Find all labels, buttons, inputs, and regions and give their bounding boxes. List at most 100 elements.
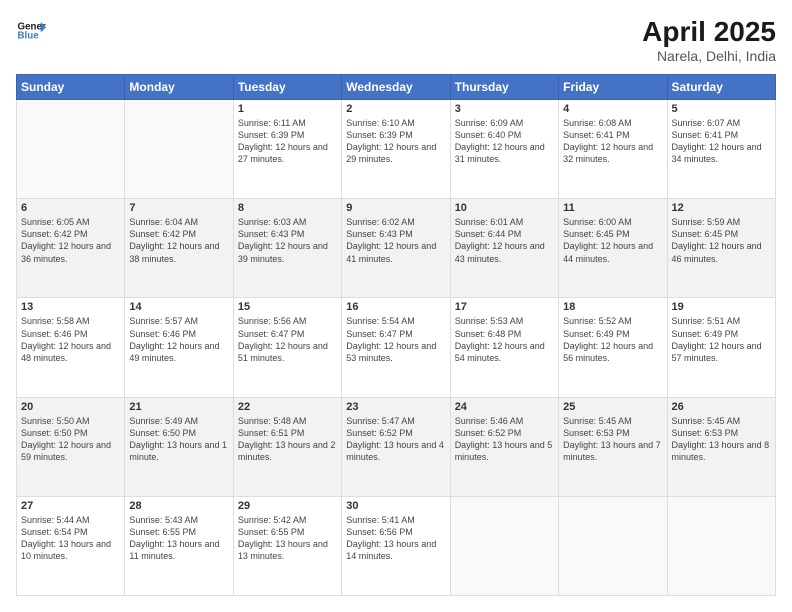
table-row: 26 Sunrise: 5:45 AMSunset: 6:53 PMDayligh… bbox=[667, 397, 775, 496]
logo: General Blue bbox=[16, 16, 46, 46]
table-row: 24 Sunrise: 5:46 AMSunset: 6:52 PMDayligh… bbox=[450, 397, 558, 496]
day-info: Sunrise: 6:08 AMSunset: 6:41 PMDaylight:… bbox=[563, 117, 662, 166]
main-title: April 2025 bbox=[642, 16, 776, 48]
col-monday: Monday bbox=[125, 75, 233, 100]
week-row-5: 27 Sunrise: 5:44 AMSunset: 6:54 PMDayligh… bbox=[17, 496, 776, 595]
day-number: 16 bbox=[346, 301, 445, 313]
col-thursday: Thursday bbox=[450, 75, 558, 100]
day-info: Sunrise: 5:50 AMSunset: 6:50 PMDaylight:… bbox=[21, 415, 120, 464]
week-row-4: 20 Sunrise: 5:50 AMSunset: 6:50 PMDayligh… bbox=[17, 397, 776, 496]
day-info: Sunrise: 5:48 AMSunset: 6:51 PMDaylight:… bbox=[238, 415, 337, 464]
table-row: 20 Sunrise: 5:50 AMSunset: 6:50 PMDayligh… bbox=[17, 397, 125, 496]
table-row: 1Sunrise: 6:11 AMSunset: 6:39 PMDaylight… bbox=[233, 100, 341, 199]
day-number: 3 bbox=[455, 103, 554, 115]
day-number: 6 bbox=[21, 202, 120, 214]
table-row bbox=[17, 100, 125, 199]
day-number: 11 bbox=[563, 202, 662, 214]
col-saturday: Saturday bbox=[667, 75, 775, 100]
calendar-header-row: Sunday Monday Tuesday Wednesday Thursday… bbox=[17, 75, 776, 100]
svg-text:Blue: Blue bbox=[18, 31, 40, 42]
calendar-table: Sunday Monday Tuesday Wednesday Thursday… bbox=[16, 74, 776, 596]
day-number: 2 bbox=[346, 103, 445, 115]
table-row: 4 Sunrise: 6:08 AMSunset: 6:41 PMDaylight… bbox=[559, 100, 667, 199]
day-info: Sunrise: 6:04 AMSunset: 6:42 PMDaylight:… bbox=[129, 216, 228, 265]
day-number: 13 bbox=[21, 301, 120, 313]
table-row: 21 Sunrise: 5:49 AMSunset: 6:50 PMDayligh… bbox=[125, 397, 233, 496]
table-row: 16 Sunrise: 5:54 AMSunset: 6:47 PMDayligh… bbox=[342, 298, 450, 397]
day-info: Sunrise: 6:03 AMSunset: 6:43 PMDaylight:… bbox=[238, 216, 337, 265]
table-row: 19Sunrise: 5:51 AMSunset: 6:49 PMDayligh… bbox=[667, 298, 775, 397]
table-row: 27 Sunrise: 5:44 AMSunset: 6:54 PMDayligh… bbox=[17, 496, 125, 595]
table-row: 7 Sunrise: 6:04 AMSunset: 6:42 PMDaylight… bbox=[125, 199, 233, 298]
day-number: 5 bbox=[672, 103, 771, 115]
table-row: 14 Sunrise: 5:57 AMSunset: 6:46 PMDayligh… bbox=[125, 298, 233, 397]
day-number: 29 bbox=[238, 500, 337, 512]
logo-icon: General Blue bbox=[16, 16, 46, 46]
table-row bbox=[450, 496, 558, 595]
day-number: 15 bbox=[238, 301, 337, 313]
day-number: 14 bbox=[129, 301, 228, 313]
day-info: Sunrise: 5:57 AMSunset: 6:46 PMDaylight:… bbox=[129, 315, 228, 364]
table-row bbox=[667, 496, 775, 595]
day-info: Sunrise: 6:00 AMSunset: 6:45 PMDaylight:… bbox=[563, 216, 662, 265]
table-row: 11 Sunrise: 6:00 AMSunset: 6:45 PMDayligh… bbox=[559, 199, 667, 298]
col-sunday: Sunday bbox=[17, 75, 125, 100]
table-row: 6 Sunrise: 6:05 AMSunset: 6:42 PMDaylight… bbox=[17, 199, 125, 298]
day-number: 18 bbox=[563, 301, 662, 313]
table-row: 15 Sunrise: 5:56 AMSunset: 6:47 PMDayligh… bbox=[233, 298, 341, 397]
table-row: 30 Sunrise: 5:41 AMSunset: 6:56 PMDayligh… bbox=[342, 496, 450, 595]
day-info: Sunrise: 6:10 AMSunset: 6:39 PMDaylight:… bbox=[346, 117, 445, 166]
day-number: 30 bbox=[346, 500, 445, 512]
table-row: 25Sunrise: 5:45 AMSunset: 6:53 PMDayligh… bbox=[559, 397, 667, 496]
day-info: Sunrise: 5:45 AMSunset: 6:53 PMDaylight:… bbox=[672, 415, 771, 464]
table-row: 12 Sunrise: 5:59 AMSunset: 6:45 PMDayligh… bbox=[667, 199, 775, 298]
day-info: Sunrise: 6:02 AMSunset: 6:43 PMDaylight:… bbox=[346, 216, 445, 265]
day-number: 28 bbox=[129, 500, 228, 512]
day-number: 12 bbox=[672, 202, 771, 214]
day-info: Sunrise: 5:47 AMSunset: 6:52 PMDaylight:… bbox=[346, 415, 445, 464]
day-number: 4 bbox=[563, 103, 662, 115]
day-info: Sunrise: 5:56 AMSunset: 6:47 PMDaylight:… bbox=[238, 315, 337, 364]
day-info: Sunrise: 5:45 AMSunset: 6:53 PMDaylight:… bbox=[563, 415, 662, 464]
day-info: Sunrise: 6:09 AMSunset: 6:40 PMDaylight:… bbox=[455, 117, 554, 166]
day-info: Sunrise: 5:59 AMSunset: 6:45 PMDaylight:… bbox=[672, 216, 771, 265]
day-info: Sunrise: 5:41 AMSunset: 6:56 PMDaylight:… bbox=[346, 514, 445, 563]
day-info: Sunrise: 5:44 AMSunset: 6:54 PMDaylight:… bbox=[21, 514, 120, 563]
page: General Blue April 2025 Narela, Delhi, I… bbox=[0, 0, 792, 612]
day-number: 1 bbox=[238, 103, 337, 115]
day-info: Sunrise: 5:53 AMSunset: 6:48 PMDaylight:… bbox=[455, 315, 554, 364]
day-number: 24 bbox=[455, 401, 554, 413]
day-number: 26 bbox=[672, 401, 771, 413]
table-row: 28 Sunrise: 5:43 AMSunset: 6:55 PMDayligh… bbox=[125, 496, 233, 595]
table-row bbox=[559, 496, 667, 595]
table-row: 9 Sunrise: 6:02 AMSunset: 6:43 PMDaylight… bbox=[342, 199, 450, 298]
day-number: 9 bbox=[346, 202, 445, 214]
day-info: Sunrise: 5:46 AMSunset: 6:52 PMDaylight:… bbox=[455, 415, 554, 464]
day-info: Sunrise: 5:49 AMSunset: 6:50 PMDaylight:… bbox=[129, 415, 228, 464]
day-number: 20 bbox=[21, 401, 120, 413]
col-tuesday: Tuesday bbox=[233, 75, 341, 100]
day-number: 17 bbox=[455, 301, 554, 313]
day-number: 27 bbox=[21, 500, 120, 512]
table-row: 8Sunrise: 6:03 AMSunset: 6:43 PMDaylight… bbox=[233, 199, 341, 298]
day-number: 22 bbox=[238, 401, 337, 413]
col-wednesday: Wednesday bbox=[342, 75, 450, 100]
col-friday: Friday bbox=[559, 75, 667, 100]
week-row-2: 6 Sunrise: 6:05 AMSunset: 6:42 PMDaylight… bbox=[17, 199, 776, 298]
day-number: 23 bbox=[346, 401, 445, 413]
day-info: Sunrise: 5:54 AMSunset: 6:47 PMDaylight:… bbox=[346, 315, 445, 364]
day-number: 19 bbox=[672, 301, 771, 313]
week-row-1: 1Sunrise: 6:11 AMSunset: 6:39 PMDaylight… bbox=[17, 100, 776, 199]
day-number: 21 bbox=[129, 401, 228, 413]
table-row: 10Sunrise: 6:01 AMSunset: 6:44 PMDayligh… bbox=[450, 199, 558, 298]
day-info: Sunrise: 6:05 AMSunset: 6:42 PMDaylight:… bbox=[21, 216, 120, 265]
day-info: Sunrise: 5:43 AMSunset: 6:55 PMDaylight:… bbox=[129, 514, 228, 563]
day-info: Sunrise: 5:42 AMSunset: 6:55 PMDaylight:… bbox=[238, 514, 337, 563]
table-row: 22 Sunrise: 5:48 AMSunset: 6:51 PMDayligh… bbox=[233, 397, 341, 496]
day-info: Sunrise: 6:01 AMSunset: 6:44 PMDaylight:… bbox=[455, 216, 554, 265]
table-row: 18Sunrise: 5:52 AMSunset: 6:49 PMDayligh… bbox=[559, 298, 667, 397]
title-block: April 2025 Narela, Delhi, India bbox=[642, 16, 776, 64]
table-row: 17 Sunrise: 5:53 AMSunset: 6:48 PMDayligh… bbox=[450, 298, 558, 397]
day-number: 7 bbox=[129, 202, 228, 214]
subtitle: Narela, Delhi, India bbox=[642, 48, 776, 64]
